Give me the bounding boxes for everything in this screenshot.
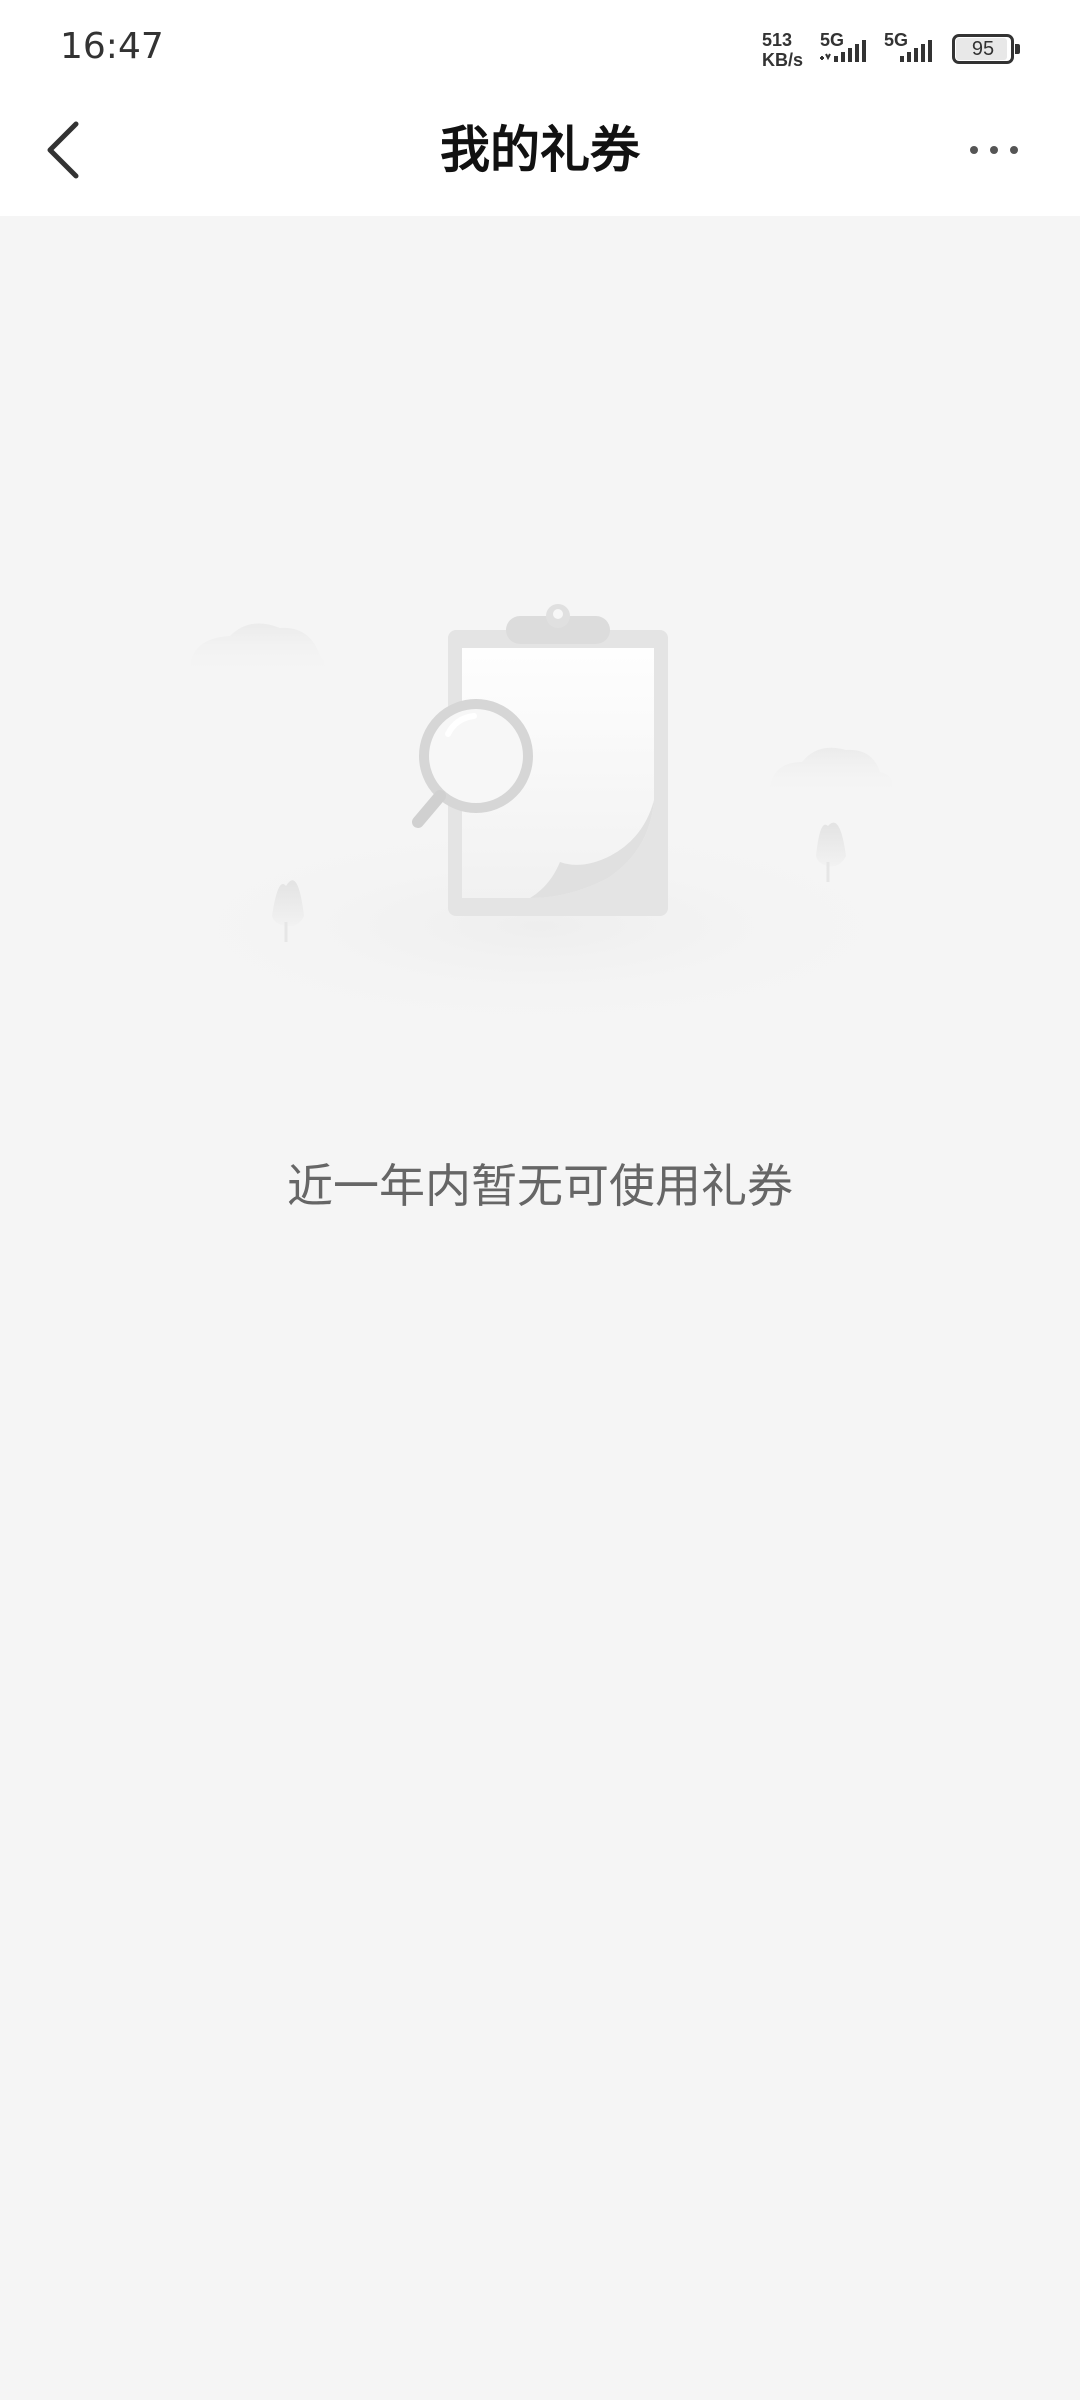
empty-state-message: 近一年内暂无可使用礼券 [287,1159,793,1213]
network-speed-value: 513 [762,30,793,50]
network-speed-unit: KB/s [762,50,804,70]
network-speed: 513 KB/s [762,30,818,70]
status-bar: 16:47 513 KB/s 5G 5G 95 [0,0,1080,96]
more-dots-icon [970,146,1018,154]
status-time: 16:47 [60,26,164,67]
battery-indicator: 95 [952,34,1020,64]
more-button[interactable] [960,120,1030,180]
battery-percent: 95 [971,38,995,60]
signal-bars-icon [820,40,866,62]
coupon-list-area: 近一年内暂无可使用礼券 [0,216,1080,2400]
signal-5g-sim2: 5G [884,30,944,66]
empty-state-illustration [130,586,950,1056]
signal-5g-sim1: 5G [820,30,880,66]
navigation-bar: 我的礼券 [0,96,1080,216]
battery-tip [1015,44,1020,54]
page-title: 我的礼券 [440,121,640,179]
clipboard-magnifier-illustration [140,604,940,1036]
signal-bars-icon [900,40,932,62]
